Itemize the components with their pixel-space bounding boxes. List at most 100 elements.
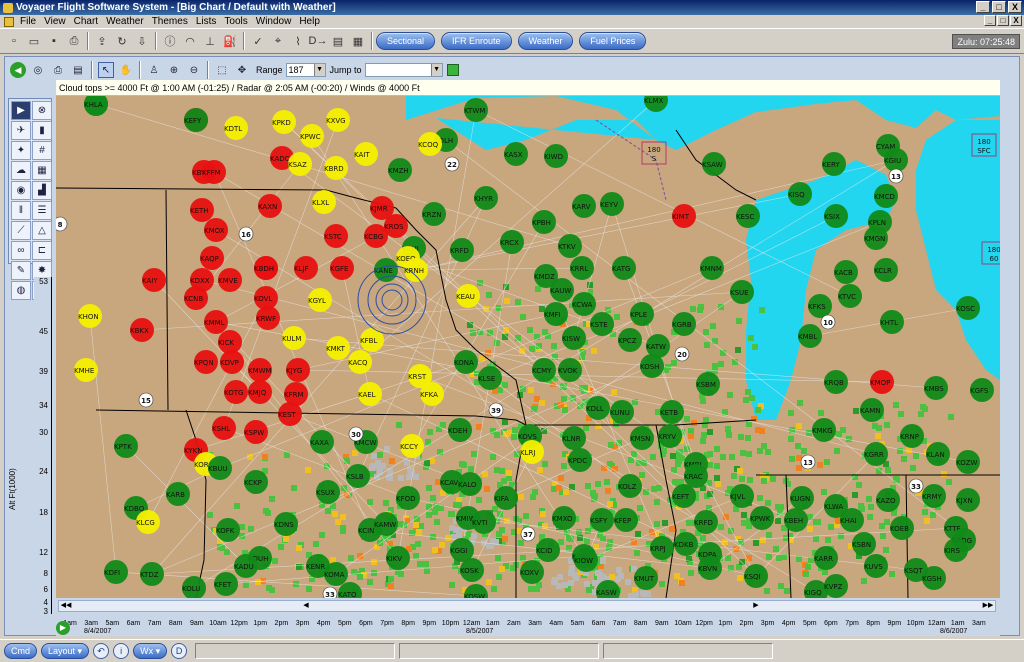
zoom-out-icon[interactable]: ⊖ xyxy=(186,62,202,78)
pencil-icon[interactable]: ✎ xyxy=(11,261,31,280)
fast-forward-icon[interactable]: ▶▶ xyxy=(981,601,995,611)
route-line-icon[interactable]: ⟋ xyxy=(11,221,31,240)
scroll-right-icon[interactable]: ▶ xyxy=(749,601,763,611)
menu-chart[interactable]: Chart xyxy=(70,16,102,27)
fuel-icon[interactable]: ⛽ xyxy=(221,32,239,50)
jump-to-select[interactable]: ▼ xyxy=(364,63,443,77)
radar-cell xyxy=(828,524,834,530)
radar-cell xyxy=(764,588,770,594)
document-icon[interactable] xyxy=(4,16,14,27)
station-label: KSTE xyxy=(590,321,608,329)
minimize-button[interactable]: _ xyxy=(976,1,990,13)
radar-cell xyxy=(592,580,598,586)
print-chart-icon[interactable]: ⎙ xyxy=(50,62,66,78)
vor-icon[interactable]: ✦ xyxy=(11,141,31,160)
menu-window[interactable]: Window xyxy=(252,16,296,27)
fast-rewind-icon[interactable]: ◀◀ xyxy=(59,601,73,611)
chevron-down-icon[interactable]: ▼ xyxy=(430,64,442,76)
download-icon[interactable]: ⇩ xyxy=(133,32,151,50)
flight-plan-icon[interactable]: ▤ xyxy=(329,32,347,50)
radar-cell xyxy=(432,547,438,553)
globe-icon[interactable]: ◍ xyxy=(11,281,31,300)
direct-to-icon[interactable]: D xyxy=(171,643,188,659)
layout-button[interactable]: Layout ▾ xyxy=(41,643,90,659)
table-icon[interactable]: ▦ xyxy=(32,161,52,180)
airport-icon[interactable]: ✈ xyxy=(11,121,31,140)
calculator-icon[interactable]: ▦ xyxy=(349,32,367,50)
refresh-icon[interactable]: ↻ xyxy=(113,32,131,50)
radar-icon[interactable]: ◉ xyxy=(11,181,31,200)
undo-icon[interactable]: ↶ xyxy=(93,643,110,659)
info-icon[interactable]: i xyxy=(113,643,130,659)
menu-weather[interactable]: Weather xyxy=(102,16,148,27)
play-button[interactable]: ▶ xyxy=(56,621,70,635)
print-icon[interactable]: ⎙ xyxy=(65,32,83,50)
new-icon[interactable]: ▫ xyxy=(5,32,23,50)
gauge-icon[interactable]: ◠ xyxy=(181,32,199,50)
cmd-button[interactable]: Cmd xyxy=(4,643,38,659)
fuel-prices-button[interactable]: Fuel Prices xyxy=(579,32,647,50)
fit-page-icon[interactable]: ⬚ xyxy=(214,62,230,78)
radar-cell xyxy=(634,550,640,556)
measure-icon[interactable]: ⊏ xyxy=(32,241,52,260)
map-view[interactable]: KMSKFARKDTLKPKDKXVGKPWCKDLHKTWMKCOQKAITK… xyxy=(56,80,1000,598)
maximize-button[interactable]: □ xyxy=(992,1,1006,13)
child-restore-button[interactable]: □ xyxy=(997,15,1009,26)
altitude-axis[interactable]: 53 45 39 34 30 24 18 12 8 6 4 3 xyxy=(34,277,54,616)
triangle-icon[interactable]: △ xyxy=(32,221,52,240)
go-button[interactable] xyxy=(446,64,459,76)
hand-pan-icon[interactable]: ✋ xyxy=(118,62,134,78)
waypoint-icon[interactable]: ⌖ xyxy=(269,32,287,50)
menu-tools[interactable]: Tools xyxy=(220,16,251,27)
radar-cell xyxy=(371,453,377,459)
child-close-button[interactable]: X xyxy=(1010,15,1022,26)
pointer-icon[interactable]: ↖ xyxy=(98,62,114,78)
center-icon[interactable]: ✥ xyxy=(234,62,250,78)
scroll-left-icon[interactable]: ◀ xyxy=(299,601,313,611)
child-minimize-button[interactable]: _ xyxy=(984,15,996,26)
ifr-enroute-button[interactable]: IFR Enroute xyxy=(441,32,512,50)
chevron-down-icon[interactable]: ▼ xyxy=(313,64,325,76)
radar-cell xyxy=(867,514,873,520)
menu-view[interactable]: View xyxy=(40,16,70,27)
direct-to-icon[interactable]: D→ xyxy=(309,32,328,50)
menu-file[interactable]: File xyxy=(16,16,40,27)
menu-help[interactable]: Help xyxy=(295,16,324,27)
grid-icon[interactable]: # xyxy=(32,141,52,160)
upload-icon[interactable]: ⇪ xyxy=(93,32,111,50)
checkmark-icon[interactable]: ✓ xyxy=(249,32,267,50)
radar-cell xyxy=(612,466,618,472)
crosshair-icon[interactable]: ⊗ xyxy=(32,101,52,120)
station-label: KSIX xyxy=(824,213,840,221)
cloud-icon[interactable]: ☁ xyxy=(11,161,31,180)
weather-button[interactable]: Weather xyxy=(517,32,574,50)
info-icon[interactable]: ⓘ xyxy=(161,32,179,50)
sectional-button[interactable]: Sectional xyxy=(376,32,436,50)
close-button[interactable]: X xyxy=(1008,1,1022,13)
chart-icon[interactable]: ▟ xyxy=(32,181,52,200)
route-icon[interactable]: ⌇ xyxy=(289,32,307,50)
list-icon[interactable]: ☰ xyxy=(32,201,52,220)
menu-lists[interactable]: Lists xyxy=(192,16,221,27)
play-icon[interactable]: ▶ xyxy=(11,101,31,120)
timeline-hour-label: 10am xyxy=(209,620,227,627)
bar-chart-icon[interactable]: ▮ xyxy=(32,121,52,140)
save-icon[interactable]: ▪ xyxy=(45,32,63,50)
timeline-scrollbar[interactable]: ◀◀ ◀ ▶ ▶▶ xyxy=(58,600,996,612)
timeline[interactable]: ◀◀ ◀ ▶ ▶▶ 1am 3am 5am 6am 7am 8am 9am 10am 12pm 1… xyxy=(56,598,1000,636)
radar-cell xyxy=(306,586,312,592)
layers-icon[interactable]: ▤ xyxy=(70,62,86,78)
back-icon[interactable]: ◀ xyxy=(10,62,26,78)
menu-themes[interactable]: Themes xyxy=(148,16,192,27)
weather-map[interactable]: KMSKFARKDTLKPKDKXVGKPWCKDLHKTWMKCOQKAITK… xyxy=(56,80,1000,598)
station-label: KLRJ xyxy=(520,449,535,457)
range-select[interactable]: 187 ▼ xyxy=(285,63,326,77)
open-folder-icon[interactable]: ▭ xyxy=(25,32,43,50)
column-icon[interactable]: ‖ xyxy=(11,201,31,220)
tower-icon[interactable]: ⊥ xyxy=(201,32,219,50)
bicycle-icon[interactable]: ∞ xyxy=(11,241,31,260)
walk-icon[interactable]: ♙ xyxy=(146,62,162,78)
target-icon[interactable]: ◎ xyxy=(30,62,46,78)
wx-button[interactable]: Wx ▾ xyxy=(133,643,168,659)
zoom-in-icon[interactable]: ⊕ xyxy=(166,62,182,78)
